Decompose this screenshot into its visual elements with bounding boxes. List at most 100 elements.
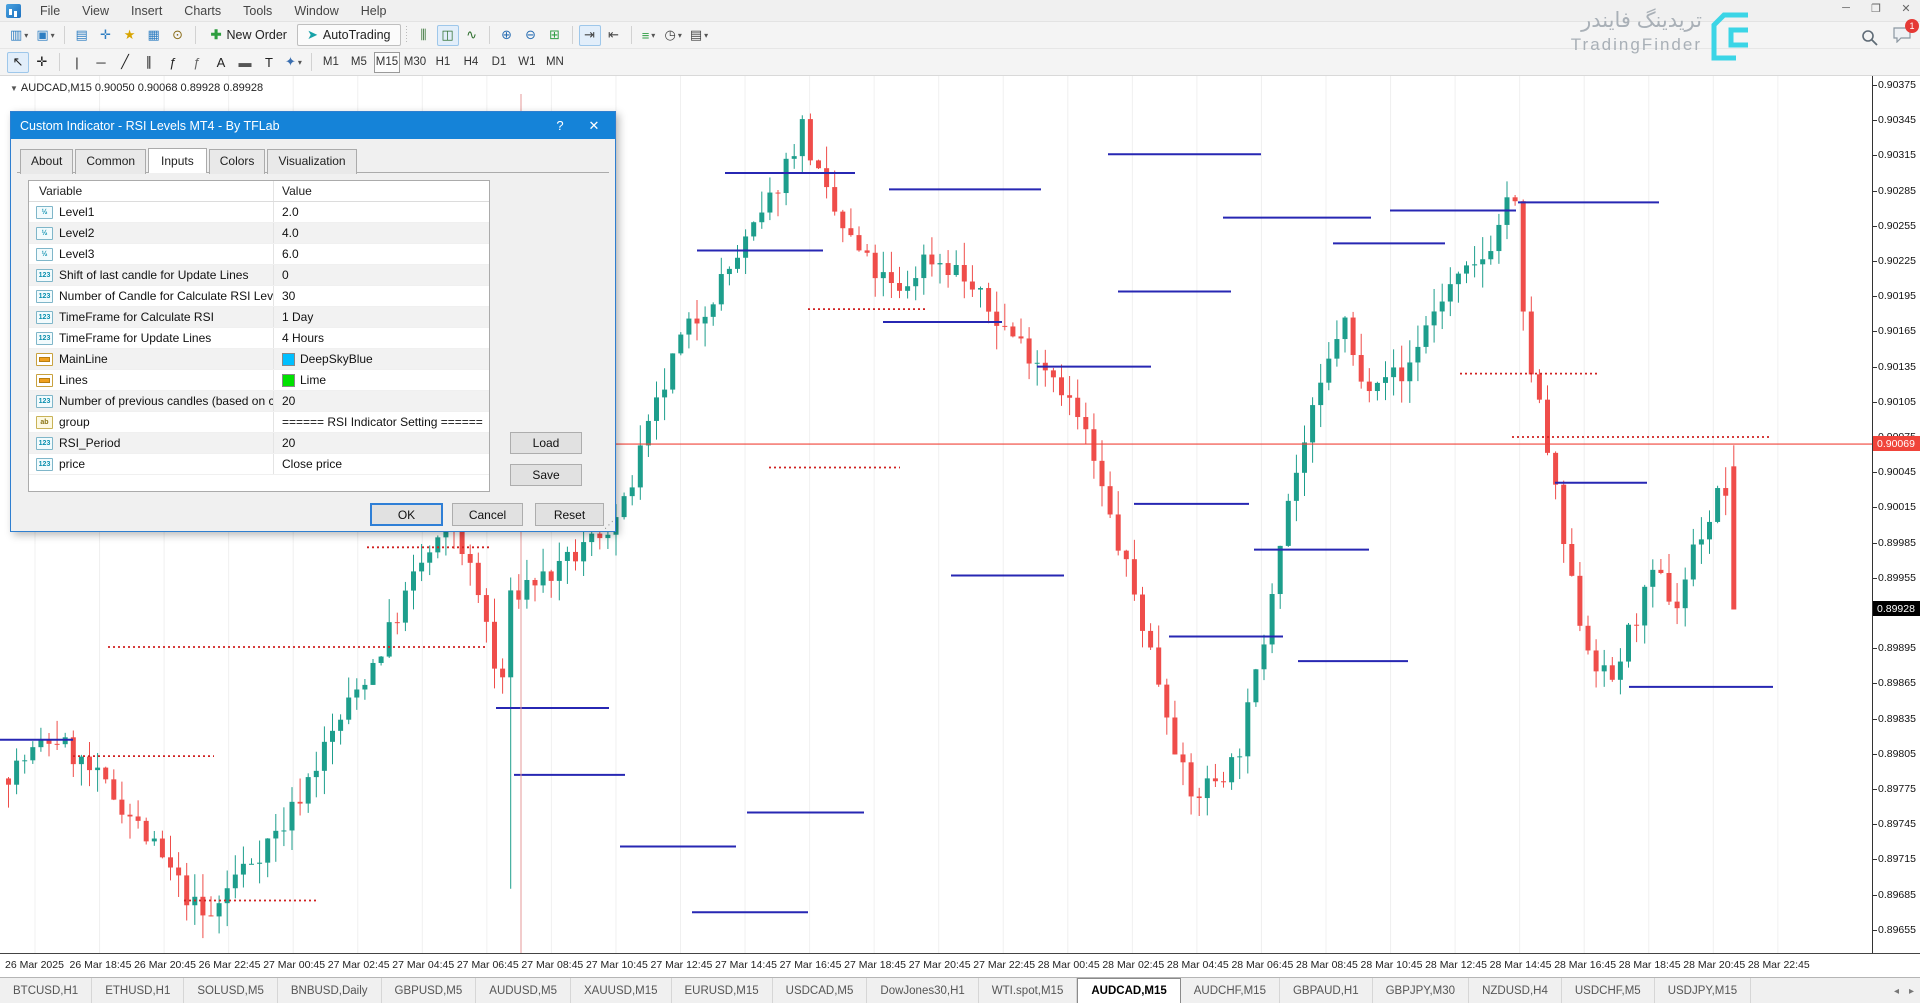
input-row[interactable]: ½Level24.0 [29,223,489,244]
timeframe-m1[interactable]: M1 [318,52,344,73]
reset-button[interactable]: Reset [535,503,604,526]
symbol-tab-audchf[interactable]: AUDCHF,M15 [1181,978,1280,1003]
new-chart-icon[interactable]: ▥▾ [7,25,31,46]
symbol-tab-usdchf[interactable]: USDCHF,M5 [1562,978,1655,1003]
timeframe-m15[interactable]: M15 [374,52,400,73]
timeframe-mn[interactable]: MN [542,52,568,73]
symbol-tab-solusd[interactable]: SOLUSD,M5 [184,978,277,1003]
tab-scroll-arrows[interactable]: ◂▸ [1894,978,1914,1003]
new-order-button[interactable]: ✚ New Order [201,24,297,46]
vertical-line-icon[interactable]: | [66,52,88,73]
symbol-tab-audusd[interactable]: AUDUSD,M5 [476,978,571,1003]
tab-colors[interactable]: Colors [209,149,266,174]
tab-visualization[interactable]: Visualization [267,149,356,174]
timeframe-m5[interactable]: M5 [346,52,372,73]
input-row[interactable]: 123Shift of last candle for Update Lines… [29,265,489,286]
symbol-tab-xauusd[interactable]: XAUUSD,M15 [571,978,672,1003]
channel-icon[interactable]: ∥ [138,52,160,73]
close-button[interactable]: ✕ [1898,2,1914,15]
menu-window[interactable]: Window [283,1,349,21]
data-window-icon[interactable]: ✛ [95,25,117,46]
symbol-tab-dowjones30[interactable]: DowJones30,H1 [867,978,978,1003]
shapes-icon[interactable]: ▬ [234,52,256,73]
input-row[interactable]: ½Level36.0 [29,244,489,265]
menu-help[interactable]: Help [350,1,398,21]
value-cell[interactable]: 6.0 [274,244,489,264]
dialog-title[interactable]: Custom Indicator - RSI Levels MT4 - By T… [11,112,615,139]
auto-scroll-icon[interactable]: ⇥ [579,25,601,46]
symbol-tab-gbpusd[interactable]: GBPUSD,M5 [382,978,477,1003]
fibonacci-icon[interactable]: ƒ [162,52,184,73]
ok-button[interactable]: OK [370,503,443,526]
crosshair-icon[interactable]: ✛ [31,52,53,73]
input-row[interactable]: 123priceClose price [29,454,489,475]
symbol-tab-nzdusd[interactable]: NZDUSD,H4 [1469,978,1562,1003]
timeframe-w1[interactable]: W1 [514,52,540,73]
save-button[interactable]: Save [510,464,582,486]
tab-common[interactable]: Common [75,149,146,174]
input-row[interactable]: 123TimeFrame for Calculate RSI1 Day [29,307,489,328]
fibo-expansion-icon[interactable]: ƒ [186,52,208,73]
bar-chart-icon[interactable]: ⫼ [413,25,435,46]
autotrading-button[interactable]: ➤ AutoTrading [297,24,401,46]
zoom-out-icon[interactable]: ⊖ [520,25,542,46]
scroll-left-icon[interactable]: ◂ [1894,986,1899,997]
load-button[interactable]: Load [510,432,582,454]
symbol-tab-ethusd[interactable]: ETHUSD,H1 [92,978,184,1003]
navigator-icon[interactable]: ★ [119,25,141,46]
dropdown-arrow-icon[interactable]: ▾ [651,31,655,40]
value-cell[interactable]: ====== RSI Indicator Setting ====== [274,412,489,432]
value-cell[interactable]: 1 Day [274,307,489,327]
dropdown-arrow-icon[interactable]: ▾ [678,31,682,40]
input-row[interactable]: abgroup====== RSI Indicator Setting ====… [29,412,489,433]
tile-windows-icon[interactable]: ⊞ [544,25,566,46]
menu-view[interactable]: View [71,1,120,21]
dropdown-arrow-icon[interactable]: ▾ [51,31,55,40]
indicators-icon[interactable]: ≡▾ [638,25,660,46]
symbol-tab-gbpaud[interactable]: GBPAUD,H1 [1280,978,1373,1003]
input-row[interactable]: 123Number of Candle for Calculate RSI Le… [29,286,489,307]
value-cell[interactable]: 20 [274,433,489,453]
menu-charts[interactable]: Charts [173,1,232,21]
value-cell[interactable]: 30 [274,286,489,306]
menu-insert[interactable]: Insert [120,1,173,21]
chart-caret-icon[interactable]: ▼ [10,84,18,93]
symbol-tab-audcad[interactable]: AUDCAD,M15 [1077,978,1180,1003]
search-icon[interactable] [1861,29,1878,46]
tab-inputs[interactable]: Inputs [148,148,207,173]
symbol-tab-eurusd[interactable]: EURUSD,M15 [672,978,773,1003]
value-cell[interactable]: 20 [274,391,489,411]
menu-tools[interactable]: Tools [232,1,283,21]
timeframe-h4[interactable]: H4 [458,52,484,73]
price-axis[interactable]: 0.903750.903450.903150.902850.902550.902… [1872,76,1920,953]
symbol-tab-bnbusd[interactable]: BNBUSD,Daily [278,978,382,1003]
dropdown-arrow-icon[interactable]: ▾ [298,58,302,67]
dialog-close-icon[interactable]: ✕ [577,112,611,139]
symbol-tab-gbpjpy[interactable]: GBPJPY,M30 [1373,978,1469,1003]
input-row[interactable]: 123TimeFrame for Update Lines4 Hours [29,328,489,349]
profiles-icon[interactable]: ▣▾ [33,25,57,46]
symbol-tab-btcusd[interactable]: BTCUSD,H1 [0,978,92,1003]
input-row[interactable]: 123Number of previous candles (based on … [29,391,489,412]
symbol-tab-wti.spot[interactable]: WTI.spot,M15 [979,978,1078,1003]
input-row[interactable]: MainLineDeepSkyBlue [29,349,489,370]
periods-icon[interactable]: ◷▾ [662,25,685,46]
minimize-button[interactable]: ─ [1838,2,1854,15]
value-cell[interactable]: Close price [274,454,489,474]
dropdown-arrow-icon[interactable]: ▾ [704,31,708,40]
candlestick-icon[interactable]: ◫ [437,25,459,46]
templates-icon[interactable]: ▤▾ [687,25,711,46]
dropdown-arrow-icon[interactable]: ▾ [24,31,28,40]
scroll-right-icon[interactable]: ▸ [1909,986,1914,997]
input-row[interactable]: 123RSI_Period20 [29,433,489,454]
cursor-icon[interactable]: ↖ [7,52,29,73]
chart-shift-icon[interactable]: ⇤ [603,25,625,46]
symbol-tab-usdjpy[interactable]: USDJPY,M15 [1655,978,1751,1003]
value-cell[interactable]: 0 [274,265,489,285]
input-row[interactable]: ½Level12.0 [29,202,489,223]
chat-icon[interactable]: 1 [1892,26,1912,48]
value-cell[interactable]: DeepSkyBlue [274,349,489,369]
cancel-button[interactable]: Cancel [452,503,523,526]
trendline-icon[interactable]: ╱ [114,52,136,73]
horizontal-line-icon[interactable]: ─ [90,52,112,73]
